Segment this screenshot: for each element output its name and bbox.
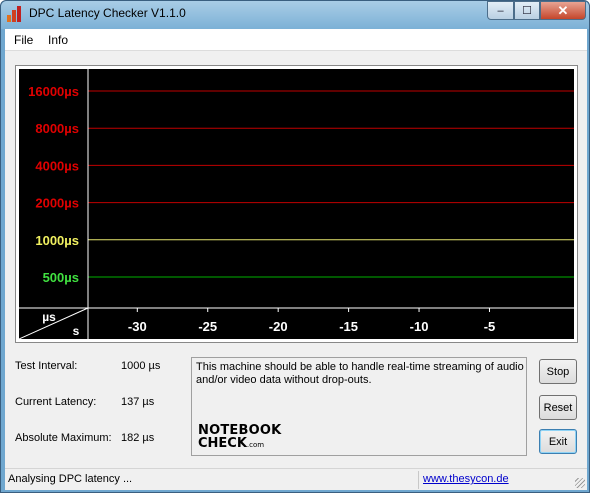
- exit-button[interactable]: Exit: [539, 429, 577, 454]
- status-divider: [418, 471, 419, 489]
- maximize-button[interactable]: ☐: [514, 1, 540, 20]
- logo-suffix: .com: [246, 441, 265, 449]
- title-bar[interactable]: DPC Latency Checker V1.1.0 – ☐ ✕: [1, 1, 589, 29]
- maximize-icon: ☐: [522, 5, 532, 17]
- status-text: Analysing DPC latency ...: [8, 473, 133, 485]
- menu-bar: File Info: [5, 29, 587, 51]
- y-tick-label: 1000µs: [35, 233, 79, 248]
- x-tick-label: -10: [410, 319, 429, 334]
- latency-chart-frame: 16000µs 8000µs 4000µs 2000µs 1000µs 500µs µs s -…: [15, 65, 578, 343]
- x-tick-label: -25: [198, 319, 217, 334]
- notebookcheck-logo: NOTEBOOK CHECK.com: [198, 424, 281, 452]
- close-button[interactable]: ✕: [540, 1, 586, 20]
- minimize-icon: –: [497, 4, 504, 17]
- message-text: This machine should be able to handle re…: [196, 361, 524, 386]
- y-tick-label: 8000µs: [35, 121, 79, 136]
- resize-grip[interactable]: [575, 478, 585, 488]
- y-tick-label: 4000µs: [35, 158, 79, 173]
- close-icon: ✕: [557, 2, 569, 18]
- x-axis-unit-label: s: [73, 324, 80, 338]
- app-window: DPC Latency Checker V1.1.0 – ☐ ✕ File In…: [0, 0, 590, 493]
- window-title: DPC Latency Checker V1.1.0: [29, 6, 186, 20]
- status-bar: Analysing DPC latency ... www.thesycon.d…: [5, 468, 587, 490]
- menu-file[interactable]: File: [14, 33, 33, 47]
- x-tick-label: -20: [269, 319, 288, 334]
- absolute-max-label: Absolute Maximum:: [15, 432, 112, 444]
- client-area: File Info 16000µs 8000µs 4000µs 2000µs 1000µ…: [5, 29, 587, 490]
- x-tick-label: -15: [339, 319, 358, 334]
- minimize-button[interactable]: –: [487, 1, 514, 20]
- message-box: This machine should be able to handle re…: [191, 357, 527, 456]
- test-interval-label: Test Interval:: [15, 360, 78, 372]
- y-tick-label: 16000µs: [28, 84, 79, 99]
- y-axis-unit-label: µs: [42, 310, 56, 324]
- latency-chart: 16000µs 8000µs 4000µs 2000µs 1000µs 500µs µs s -…: [19, 69, 574, 339]
- stop-button[interactable]: Stop: [539, 359, 577, 384]
- app-icon: [7, 6, 23, 22]
- absolute-max-value: 182 µs: [121, 432, 155, 444]
- y-tick-label: 500µs: [43, 270, 79, 285]
- current-latency-value: 137 µs: [121, 396, 155, 408]
- y-tick-label: 2000µs: [35, 196, 79, 211]
- menu-info[interactable]: Info: [48, 33, 68, 47]
- latency-chart-svg: 16000µs 8000µs 4000µs 2000µs 1000µs 500µs µs s -…: [19, 69, 574, 339]
- x-tick-label: -30: [128, 319, 147, 334]
- current-latency-label: Current Latency:: [15, 396, 97, 408]
- test-interval-value: 1000 µs: [121, 360, 161, 372]
- reset-button[interactable]: Reset: [539, 395, 577, 420]
- thesycon-link[interactable]: www.thesycon.de: [423, 473, 509, 485]
- logo-line2: CHECK: [198, 436, 247, 451]
- x-tick-label: -5: [484, 319, 496, 334]
